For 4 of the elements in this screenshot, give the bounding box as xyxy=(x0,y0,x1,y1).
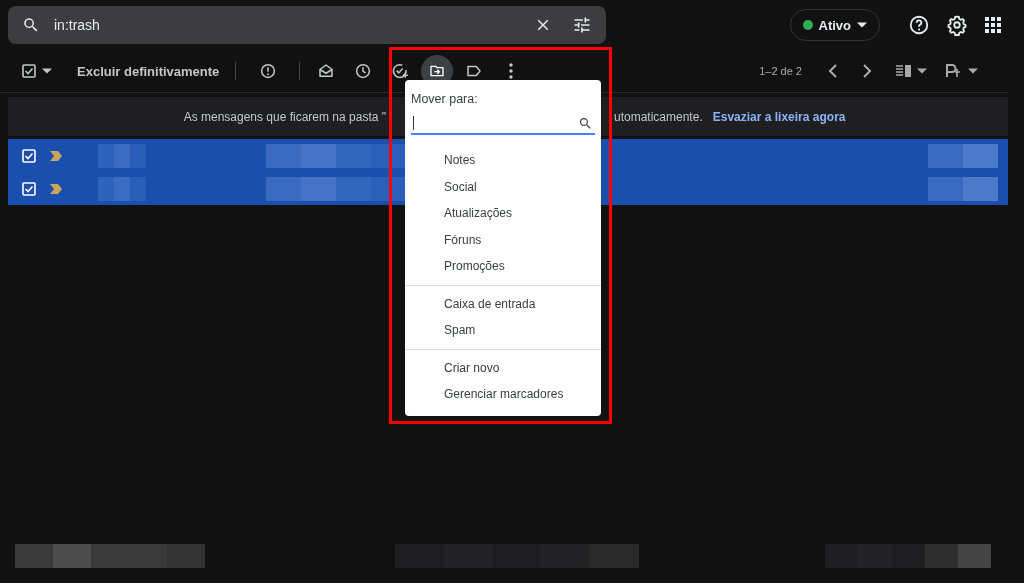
banner-text: As mensagens que ficarem na pasta " xyxy=(183,109,386,124)
menu-title: Mover para: xyxy=(410,92,479,106)
pagination-count: 1–2 de 2 xyxy=(759,65,802,77)
banner-text: utomaticamente. xyxy=(614,109,703,124)
